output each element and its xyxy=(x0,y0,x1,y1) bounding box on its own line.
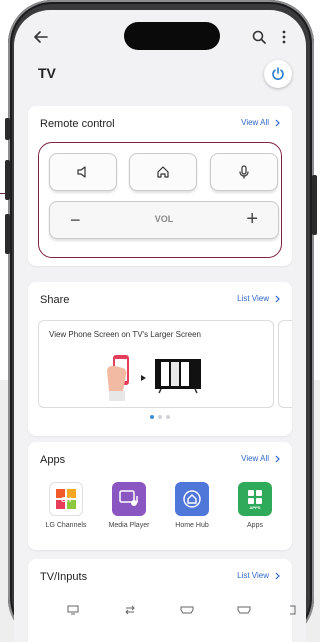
top-bar xyxy=(14,26,306,50)
svg-text:APPS: APPS xyxy=(250,505,261,510)
phone-to-tv-illustration xyxy=(107,355,201,401)
chevron-right-icon xyxy=(275,119,280,126)
chevron-right-icon xyxy=(275,455,280,462)
speaker-icon xyxy=(77,166,86,178)
next-share-card-peek[interactable] xyxy=(278,320,292,408)
apps-view-all-link[interactable]: View All xyxy=(241,454,280,463)
share-list-view-label: List View xyxy=(237,294,269,303)
power-button[interactable] xyxy=(264,60,292,88)
app-label: LG Channels xyxy=(45,522,87,529)
back-arrow-icon[interactable] xyxy=(30,26,52,48)
screen-share-card[interactable]: View Phone Screen on TV's Larger Screen xyxy=(38,320,274,408)
screen-share-text: View Phone Screen on TV's Larger Screen xyxy=(49,330,201,339)
chevron-right-icon xyxy=(275,295,280,302)
pagination-dot[interactable] xyxy=(166,415,170,419)
media-player-icon xyxy=(112,482,146,516)
share-title: Share xyxy=(40,294,70,306)
home-button[interactable] xyxy=(129,153,197,191)
apps-view-all-label: View All xyxy=(241,454,269,463)
side-button-power xyxy=(312,175,317,235)
app-media-player[interactable]: Media Player xyxy=(99,482,159,529)
app-apps[interactable]: APPS Apps xyxy=(225,482,285,529)
side-button-mute xyxy=(5,118,10,140)
search-icon[interactable] xyxy=(248,26,270,48)
app-label: Home Hub xyxy=(175,522,209,529)
app-label: Apps xyxy=(247,522,263,529)
tv-input-icon[interactable] xyxy=(62,599,84,621)
side-button-volume-up xyxy=(5,160,10,200)
hdmi-1-input-icon[interactable] xyxy=(176,599,198,621)
pagination-dot-active[interactable] xyxy=(150,415,154,419)
remote-control-card: Remote control View All − VOL + xyxy=(28,106,292,266)
volume-up-button[interactable]: + xyxy=(246,208,258,231)
remote-controls-highlight: − VOL + xyxy=(38,142,282,258)
more-input-icon[interactable] xyxy=(282,599,304,621)
carousel-pagination xyxy=(28,415,292,419)
pagination-dot[interactable] xyxy=(158,415,162,419)
mute-button[interactable] xyxy=(49,153,117,191)
lg-channels-icon: CH xyxy=(49,482,83,516)
home-icon xyxy=(157,166,169,178)
inputs-list-view-label: List View xyxy=(237,571,269,580)
volume-label: VOL xyxy=(154,214,174,224)
home-hub-icon xyxy=(175,482,209,516)
app-home-hub[interactable]: Home Hub xyxy=(162,482,222,529)
screen-share-input-icon[interactable] xyxy=(119,599,141,621)
app-label: Media Player xyxy=(108,522,150,529)
apps-card: Apps View All CH LG Channels Media Playe… xyxy=(28,442,292,550)
remote-control-title: Remote control xyxy=(40,118,115,130)
share-card: Share List View View Phone Screen on TV'… xyxy=(28,282,292,436)
svg-text:CH: CH xyxy=(61,497,71,504)
apps-grid-icon: APPS xyxy=(238,482,272,516)
phone-screen: TV Remote control View All − VOL + Share… xyxy=(14,10,306,642)
tv-inputs-title: TV/Inputs xyxy=(40,571,88,583)
remote-view-all-link[interactable]: View All xyxy=(241,118,280,127)
apps-title: Apps xyxy=(40,454,66,466)
share-list-view-link[interactable]: List View xyxy=(237,294,280,303)
tv-inputs-card: TV/Inputs List View xyxy=(28,559,296,642)
side-button-volume-down xyxy=(5,214,10,254)
microphone-icon xyxy=(239,165,249,179)
volume-rocker: − VOL + xyxy=(49,201,279,239)
more-options-icon[interactable] xyxy=(276,26,292,48)
remote-view-all-label: View All xyxy=(241,118,269,127)
inputs-list-view-link[interactable]: List View xyxy=(237,571,280,580)
page-title: TV xyxy=(38,65,56,81)
voice-button[interactable] xyxy=(210,153,278,191)
app-lg-channels[interactable]: CH LG Channels xyxy=(36,482,96,529)
power-icon xyxy=(272,67,284,80)
chevron-right-icon xyxy=(275,572,280,579)
hdmi-2-input-icon[interactable] xyxy=(233,599,255,621)
